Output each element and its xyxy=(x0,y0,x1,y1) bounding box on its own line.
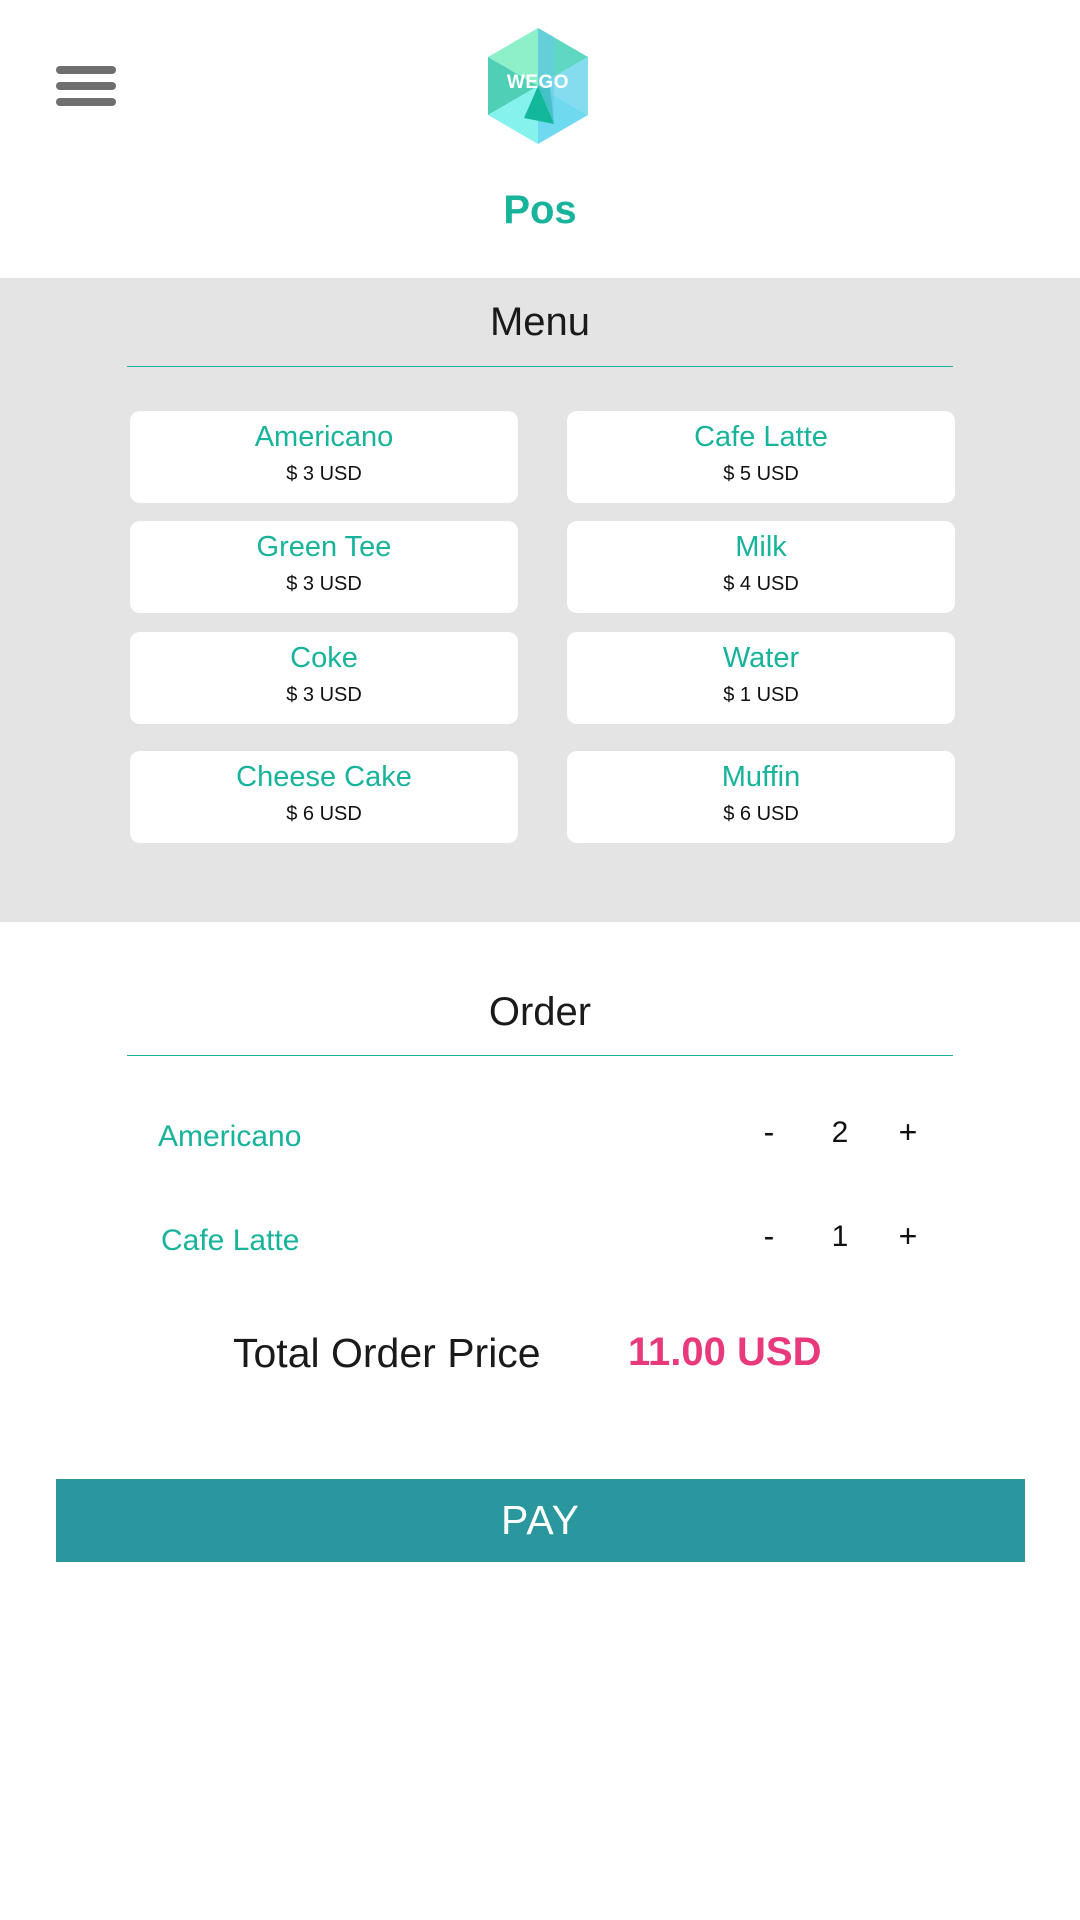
menu-item-milk[interactable]: Milk $ 4 USD xyxy=(567,521,955,613)
menu-item-muffin[interactable]: Muffin $ 6 USD xyxy=(567,751,955,843)
order-divider xyxy=(127,1055,953,1056)
menu-item-price: $ 4 USD xyxy=(723,573,799,595)
quantity-value: 2 xyxy=(831,1116,849,1149)
hamburger-bar xyxy=(56,82,116,90)
quantity-value: 1 xyxy=(831,1220,849,1253)
order-item-name: Cafe Latte xyxy=(161,1224,300,1257)
menu-item-price: $ 3 USD xyxy=(286,684,362,706)
menu-item-price: $ 3 USD xyxy=(286,573,362,595)
menu-item-name: Coke xyxy=(290,642,358,674)
pay-button[interactable]: PAY xyxy=(56,1479,1025,1562)
total-order-price: 11.00 USD xyxy=(628,1330,822,1374)
menu-heading: Menu xyxy=(489,300,591,344)
logo-text: WEGO xyxy=(506,72,570,93)
order-item-name: Americano xyxy=(158,1120,302,1153)
hamburger-bar xyxy=(56,98,116,106)
menu-item-price: $ 5 USD xyxy=(723,463,799,485)
menu-item-price: $ 1 USD xyxy=(723,684,799,706)
menu-item-americano[interactable]: Americano $ 3 USD xyxy=(130,411,518,503)
hamburger-menu-icon[interactable] xyxy=(56,62,116,110)
menu-item-name: Water xyxy=(722,642,800,674)
menu-item-name: Cafe Latte xyxy=(694,421,828,453)
menu-item-name: Cheese Cake xyxy=(236,761,412,793)
menu-item-cafe-latte[interactable]: Cafe Latte $ 5 USD xyxy=(567,411,955,503)
menu-item-price: $ 6 USD xyxy=(723,803,799,825)
menu-item-price: $ 3 USD xyxy=(286,463,362,485)
menu-item-name: Milk xyxy=(735,531,787,563)
menu-item-name: Muffin xyxy=(721,761,801,793)
page-title: Pos xyxy=(503,188,577,232)
menu-item-name: Green Tee xyxy=(256,531,392,563)
menu-item-price: $ 6 USD xyxy=(286,803,362,825)
decrement-button[interactable]: - xyxy=(749,1218,789,1255)
total-order-label: Total Order Price xyxy=(233,1330,541,1376)
menu-divider xyxy=(127,366,953,367)
menu-section: Menu Americano $ 3 USD Cafe Latte $ 5 US… xyxy=(0,278,1080,922)
menu-item-cheese-cake[interactable]: Cheese Cake $ 6 USD xyxy=(130,751,518,843)
increment-button[interactable]: + xyxy=(888,1114,928,1151)
menu-item-coke[interactable]: Coke $ 3 USD xyxy=(130,632,518,724)
decrement-button[interactable]: - xyxy=(749,1114,789,1151)
menu-item-name: Americano xyxy=(254,421,394,453)
order-heading: Order xyxy=(488,990,592,1034)
menu-item-water[interactable]: Water $ 1 USD xyxy=(567,632,955,724)
menu-item-green-tee[interactable]: Green Tee $ 3 USD xyxy=(130,521,518,613)
hamburger-bar xyxy=(56,66,116,74)
wego-logo: WEGO xyxy=(484,26,592,146)
increment-button[interactable]: + xyxy=(888,1218,928,1255)
app-header: WEGO Pos xyxy=(0,0,1080,278)
